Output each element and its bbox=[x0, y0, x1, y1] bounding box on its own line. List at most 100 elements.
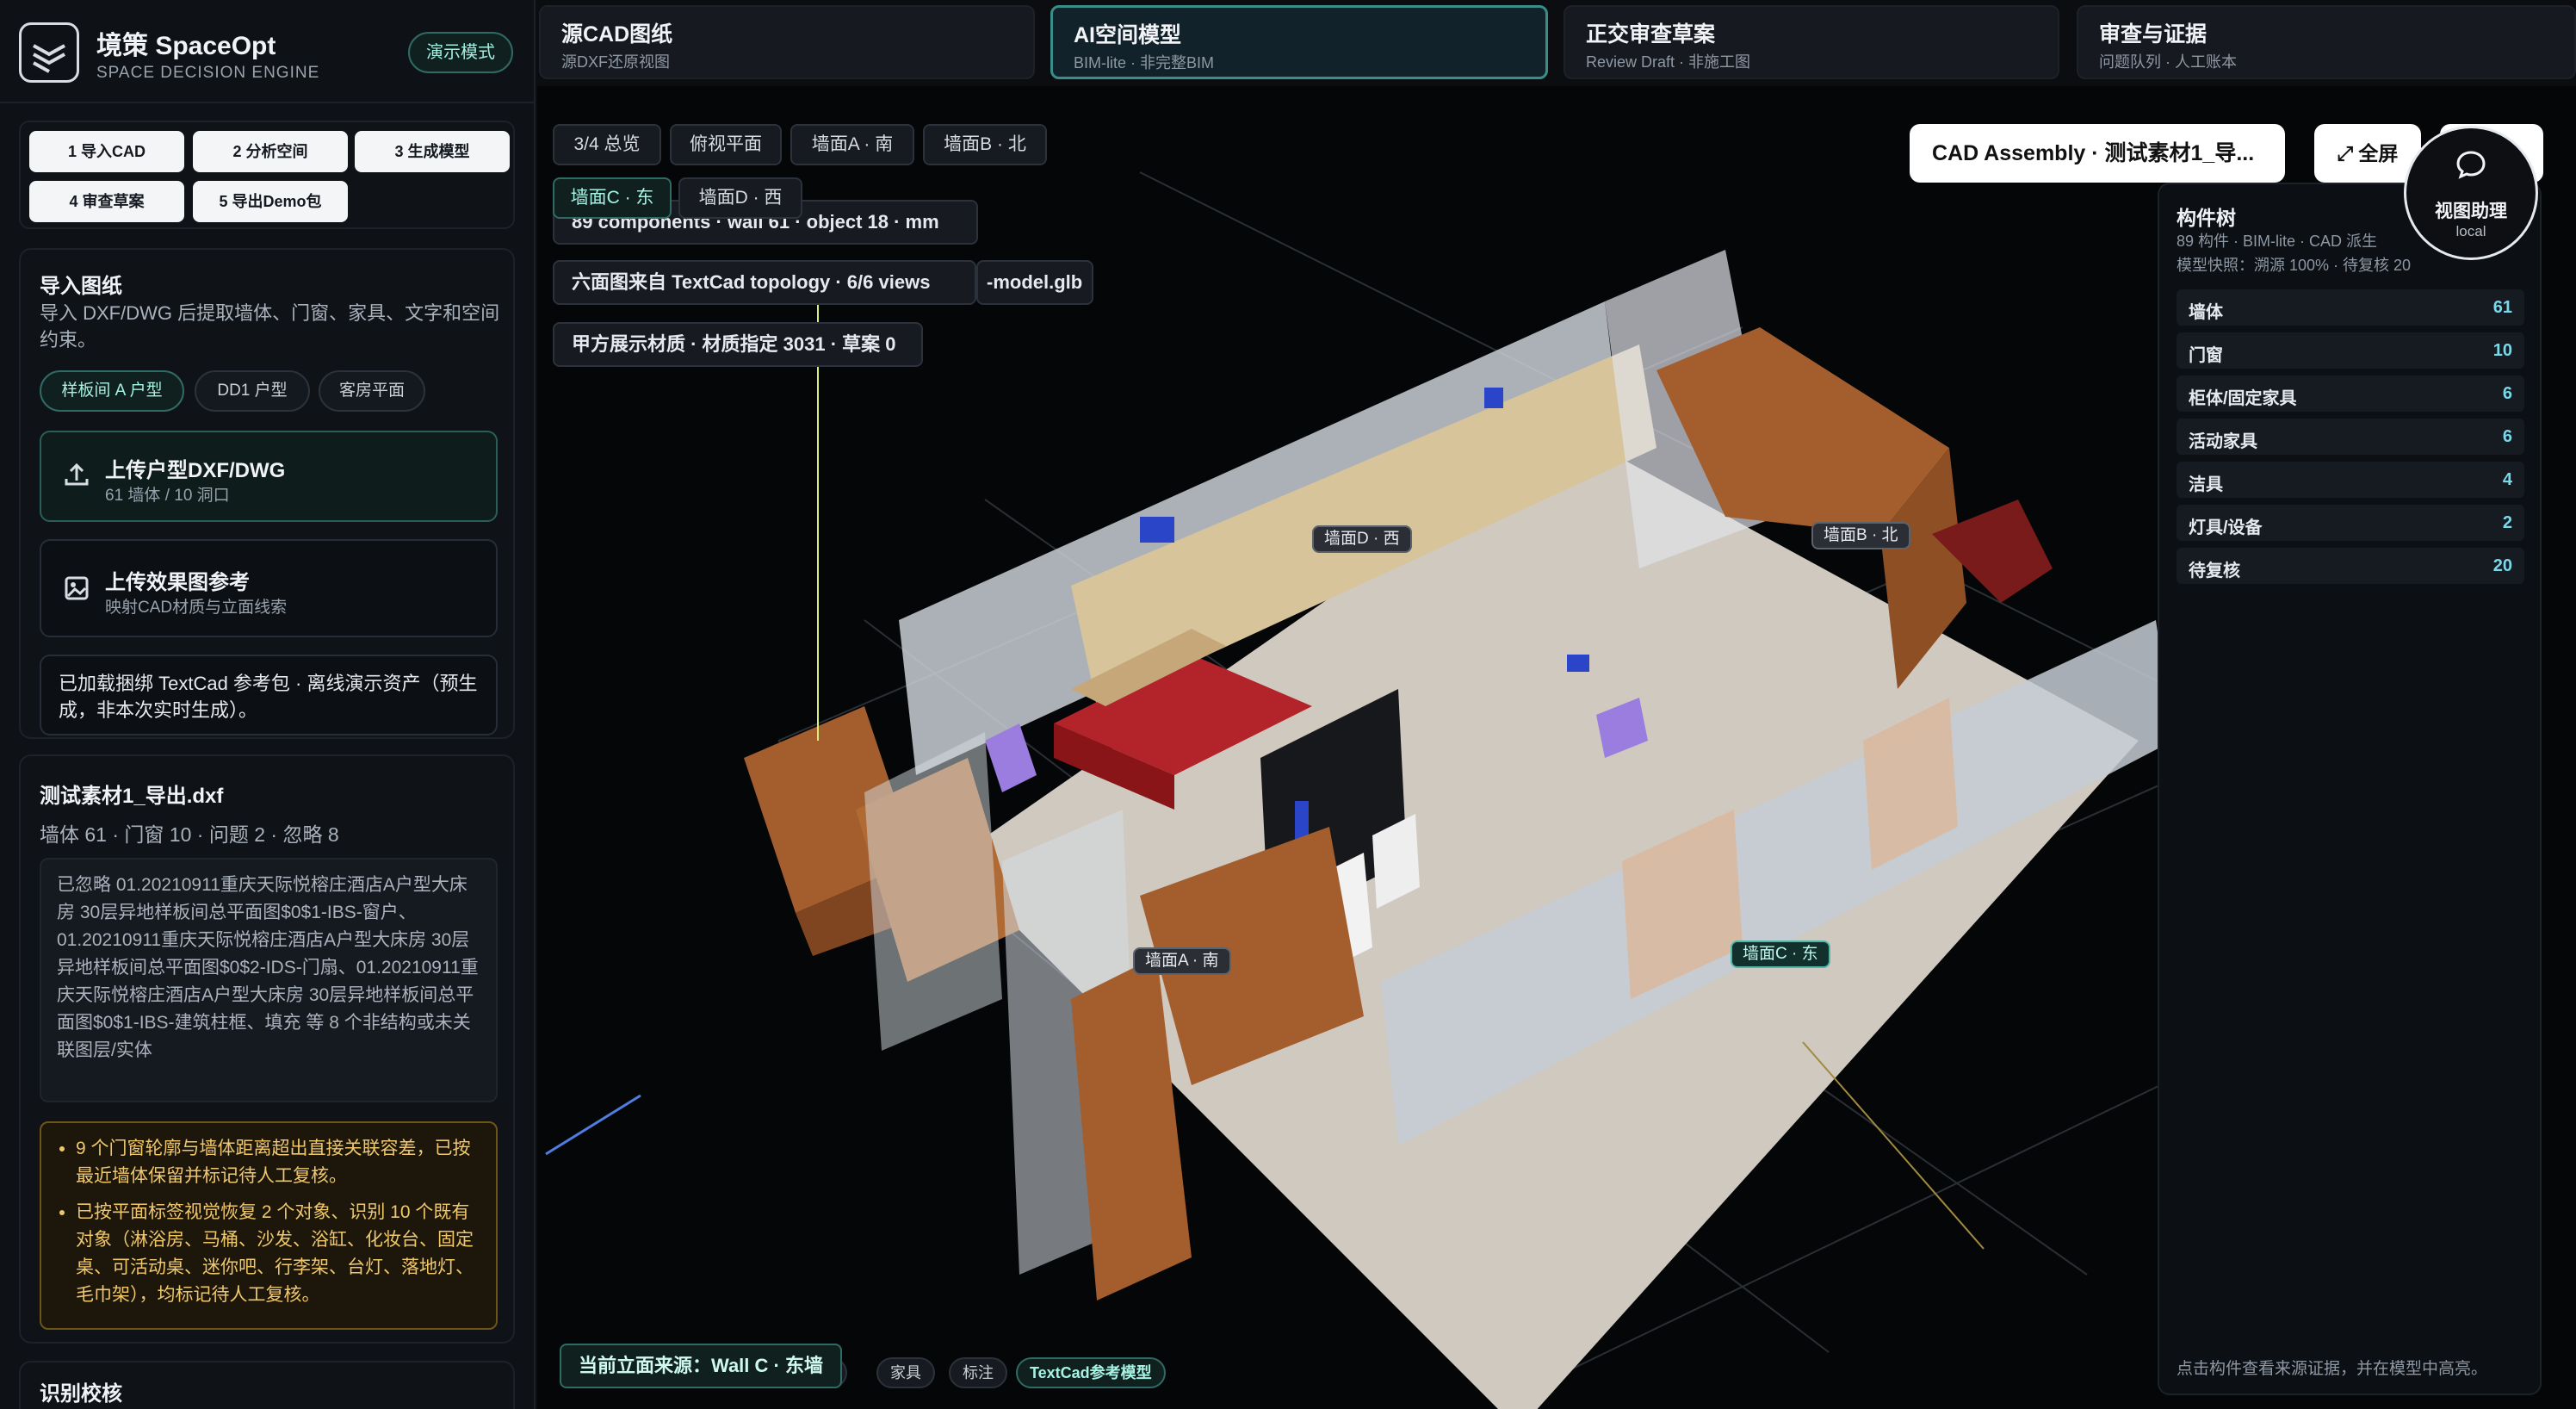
tab-label: 审查与证据 bbox=[2099, 22, 2208, 47]
tree-row-count: 20 bbox=[2492, 556, 2512, 575]
tab-orthographic-draft[interactable]: 正交审查草案 Review Draft · 非施工图 bbox=[1564, 5, 2059, 79]
tab-label: AI空间模型 bbox=[1074, 23, 1182, 47]
tree-row-walls[interactable]: 墙体 61 bbox=[2177, 289, 2524, 326]
warning-list: 9 个门窗轮廓与墙体距离超出直接关联容差，已按最近墙体保留并标记待人工复核。 已… bbox=[40, 1121, 498, 1330]
import-description: 导入 DXF/DWG 后提取墙体、门窗、家具、文字和空间约束。 bbox=[40, 302, 500, 351]
demo-mode-button[interactable]: 演示模式 bbox=[408, 32, 513, 73]
model-viewport[interactable]: 3/4 总览 俯视平面 墙面A · 南 墙面B · 北 89 component… bbox=[537, 86, 2576, 1409]
tree-row-label: 活动家具 bbox=[2189, 432, 2257, 451]
upload-cad-sub: 61 墙体 / 10 洞口 bbox=[105, 487, 230, 505]
tree-row-loose-furniture[interactable]: 活动家具 6 bbox=[2177, 419, 2524, 455]
tab-sub: 源DXF还原视图 bbox=[561, 53, 670, 71]
expand-icon: ⤢ bbox=[2337, 142, 2353, 164]
sidebar: 境策 SpaceOpt SPACE DECISION ENGINE 演示模式 1… bbox=[0, 0, 536, 1409]
recognition-title: 识别校核 bbox=[40, 1382, 122, 1406]
component-tree-meta: 89 构件 · BIM-lite · CAD 派生 bbox=[2177, 233, 2378, 250]
tab-label: 正交审查草案 bbox=[1586, 22, 1716, 47]
tab-sub: BIM-lite · 非完整BIM bbox=[1074, 54, 1215, 71]
tree-row-count: 6 bbox=[2502, 427, 2512, 446]
view-wall-c-button[interactable]: 墙面C · 东 bbox=[553, 177, 672, 219]
tree-row-count: 10 bbox=[2492, 341, 2512, 360]
chip-sample-a[interactable]: 样板间 A 户型 bbox=[40, 370, 184, 412]
upload-reference-button[interactable]: 上传效果图参考 映射CAD材质与立面线索 bbox=[40, 539, 498, 637]
app-logo-icon bbox=[19, 22, 79, 83]
file-name: 测试素材1_导出.dxf bbox=[40, 785, 224, 808]
view-wall-d-button[interactable]: 墙面D · 西 bbox=[678, 177, 802, 219]
component-tree-title: 构件树 bbox=[2177, 207, 2236, 229]
app-subtitle: SPACE DECISION ENGINE bbox=[96, 64, 320, 82]
current-elevation-source: 当前立面来源：Wall C · 东墙 bbox=[560, 1344, 842, 1388]
step-export-demo-button[interactable]: 5 导出Demo包 bbox=[193, 181, 348, 222]
step-review-draft-button[interactable]: 4 审查草案 bbox=[29, 181, 184, 222]
brand-header: 境策 SpaceOpt SPACE DECISION ENGINE 演示模式 bbox=[0, 0, 536, 103]
wall-label-a[interactable]: 墙面A · 南 bbox=[1133, 947, 1231, 975]
wall-label-b[interactable]: 墙面B · 北 bbox=[1811, 522, 1910, 549]
tree-row-label: 墙体 bbox=[2189, 303, 2223, 322]
tree-row-count: 4 bbox=[2502, 470, 2512, 489]
tree-row-label: 洁具 bbox=[2189, 475, 2223, 494]
tree-row-label: 门窗 bbox=[2189, 346, 2223, 365]
upload-cad-button[interactable]: 上传户型DXF/DWG 61 墙体 / 10 洞口 bbox=[40, 431, 498, 522]
upload-icon bbox=[62, 460, 91, 496]
import-title: 导入图纸 bbox=[40, 275, 122, 298]
file-stats: 墙体 61 · 门窗 10 · 问题 2 · 忽略 8 bbox=[40, 823, 339, 846]
tree-row-label: 待复核 bbox=[2189, 562, 2240, 580]
assembly-selector[interactable]: CAD Assembly · 测试素材1_导... bbox=[1910, 124, 2285, 183]
tab-sub: 问题队列 · 人工账本 bbox=[2099, 53, 2237, 71]
recognition-panel[interactable]: 识别校核 bbox=[19, 1361, 515, 1409]
chat-bubble-icon bbox=[2406, 147, 2536, 189]
tree-row-fixed-furniture[interactable]: 柜体/固定家具 6 bbox=[2177, 376, 2524, 412]
tree-row-label: 柜体/固定家具 bbox=[2189, 389, 2297, 408]
upload-reference-sub: 映射CAD材质与立面线索 bbox=[105, 599, 288, 617]
wall-label-c[interactable]: 墙面C · 东 bbox=[1731, 940, 1830, 968]
chip-dd1[interactable]: DD1 户型 bbox=[195, 370, 310, 412]
tree-row-label: 灯具/设备 bbox=[2189, 518, 2263, 537]
fullscreen-label: 全屏 bbox=[2358, 142, 2399, 164]
ignored-layers-text: 已忽略 01.20210911重庆天际悦榕庄酒店A户型大床房 30层异地样板间总… bbox=[40, 858, 498, 1102]
warning-item: 已按平面标签视觉恢复 2 个对象、识别 10 个既有对象（淋浴房、马桶、沙发、浴… bbox=[76, 1199, 480, 1309]
tab-sub: Review Draft · 非施工图 bbox=[1586, 53, 1751, 71]
view-wall-a-button[interactable]: 墙面A · 南 bbox=[790, 124, 914, 165]
tab-ai-space-model[interactable]: AI空间模型 BIM-lite · 非完整BIM bbox=[1050, 5, 1548, 79]
tab-review-evidence[interactable]: 审查与证据 问题队列 · 人工账本 bbox=[2077, 5, 2576, 79]
chip-guestroom[interactable]: 客房平面 bbox=[319, 370, 425, 412]
warning-item: 9 个门窗轮廓与墙体距离超出直接关联容差，已按最近墙体保留并标记待人工复核。 bbox=[76, 1135, 480, 1190]
tab-label: 源CAD图纸 bbox=[561, 22, 673, 47]
assistant-label: 视图助理 bbox=[2435, 202, 2507, 221]
view-assistant-button[interactable]: 视图助理 local bbox=[2404, 126, 2538, 260]
material-summary: 甲方展示材质 · 材质指定 3031 · 草案 0 bbox=[553, 322, 923, 367]
tree-row-count: 2 bbox=[2502, 513, 2512, 532]
six-view-source: 六面图来自 TextCad topology · 6/6 views bbox=[553, 260, 976, 305]
tree-row-count: 6 bbox=[2502, 384, 2512, 403]
fullscreen-button[interactable]: ⤢ 全屏 bbox=[2314, 124, 2421, 183]
glb-filename-tail: -model.glb bbox=[976, 260, 1093, 305]
view-overview-button[interactable]: 3/4 总览 bbox=[553, 124, 661, 165]
step-analyze-space-button[interactable]: 2 分析空间 bbox=[193, 131, 348, 172]
upload-cad-title: 上传户型DXF/DWG bbox=[105, 459, 286, 482]
workflow-steps: 1 导入CAD 2 分析空间 3 生成模型 4 审查草案 5 导出Demo包 bbox=[19, 121, 515, 229]
image-icon bbox=[62, 574, 91, 610]
tree-row-sanitary[interactable]: 洁具 4 bbox=[2177, 462, 2524, 498]
tab-source-cad[interactable]: 源CAD图纸 源DXF还原视图 bbox=[539, 5, 1035, 79]
filter-chip-annotation[interactable]: 标注 bbox=[949, 1357, 1007, 1388]
bundle-note: 已加载捆绑 TextCad 参考包 · 离线演示资产（预生成，非本次实时生成）。 bbox=[40, 655, 498, 736]
import-panel: 导入图纸 导入 DXF/DWG 后提取墙体、门窗、家具、文字和空间约束。 样板间… bbox=[19, 248, 515, 739]
tree-row-pending-review[interactable]: 待复核 20 bbox=[2177, 548, 2524, 584]
component-tree-hint: 点击构件查看来源证据，并在模型中高亮。 bbox=[2177, 1360, 2488, 1378]
view-wall-b-button[interactable]: 墙面B · 北 bbox=[923, 124, 1047, 165]
assistant-sub: local bbox=[2455, 223, 2486, 239]
step-import-cad-button[interactable]: 1 导入CAD bbox=[29, 131, 184, 172]
filter-chip-textcad-reference[interactable]: TextCad参考模型 bbox=[1016, 1357, 1166, 1388]
component-tree-panel: 构件树 89 构件 · BIM-lite · CAD 派生 模型快照：溯源 10… bbox=[2158, 183, 2542, 1395]
tree-row-lighting[interactable]: 灯具/设备 2 bbox=[2177, 505, 2524, 541]
file-panel: 测试素材1_导出.dxf 墙体 61 · 门窗 10 · 问题 2 · 忽略 8… bbox=[19, 754, 515, 1344]
model-snapshot-meta: 模型快照：溯源 100% · 待复核 20 bbox=[2177, 257, 2412, 274]
tree-row-count: 61 bbox=[2492, 298, 2512, 317]
filter-chip-furniture[interactable]: 家具 bbox=[876, 1357, 935, 1388]
step-generate-model-button[interactable]: 3 生成模型 bbox=[355, 131, 510, 172]
view-top-plan-button[interactable]: 俯视平面 bbox=[670, 124, 782, 165]
wall-label-d[interactable]: 墙面D · 西 bbox=[1312, 525, 1412, 553]
tree-row-openings[interactable]: 门窗 10 bbox=[2177, 332, 2524, 369]
upload-reference-title: 上传效果图参考 bbox=[105, 571, 250, 594]
app-name: 境策 SpaceOpt bbox=[96, 32, 276, 60]
